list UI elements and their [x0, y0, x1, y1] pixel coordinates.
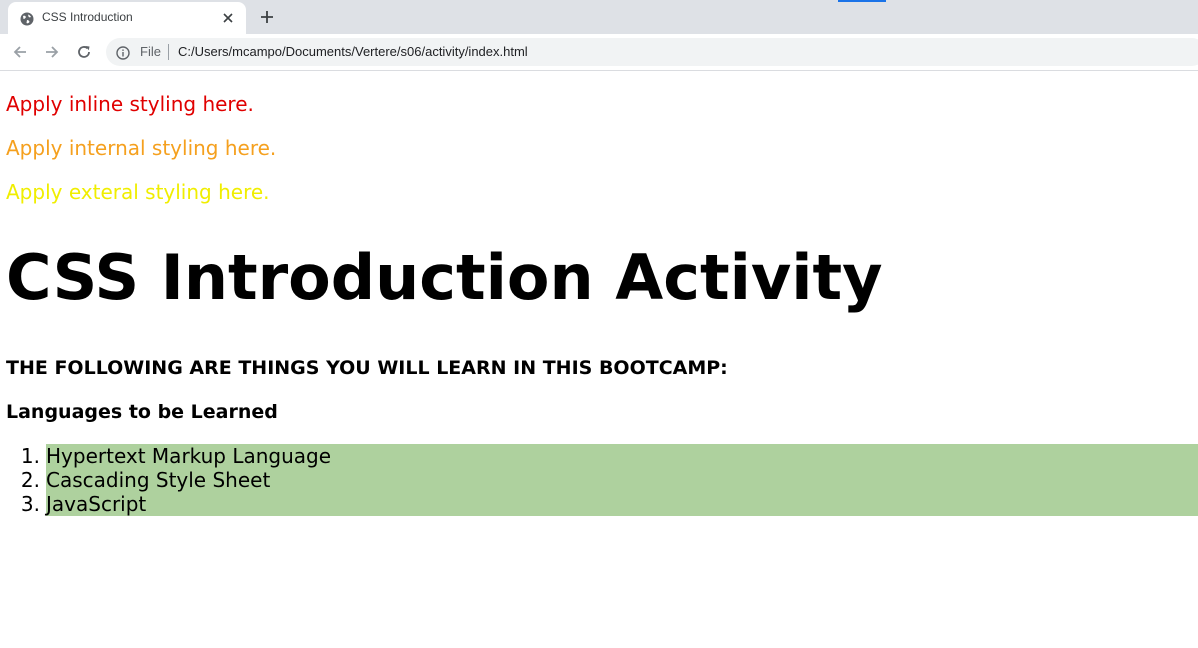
info-icon[interactable] [116, 45, 130, 60]
list-item-label: JavaScript [46, 492, 147, 516]
list-number: 2. [20, 468, 40, 492]
internal-styling-text: Apply internal styling here. [6, 136, 277, 160]
page-title: CSS Introduction Activity [6, 241, 883, 314]
plus-icon[interactable] [258, 8, 276, 26]
browser-toolbar: File C:/Users/mcampo/Documents/Vertere/s… [0, 34, 1198, 71]
external-styling-text: Apply exteral styling here. [6, 180, 270, 204]
url-text[interactable]: C:/Users/mcampo/Documents/Vertere/s06/ac… [178, 44, 528, 59]
bootcamp-subtitle: THE FOLLOWING ARE THINGS YOU WILL LEARN … [6, 357, 728, 379]
omnibox-divider [168, 44, 169, 60]
languages-list: 1. Hypertext Markup Language 2. Cascadin… [21, 444, 1198, 516]
list-number: 3. [20, 492, 40, 516]
list-item-label: Hypertext Markup Language [46, 444, 332, 468]
list-item: 1. Hypertext Markup Language [21, 444, 1198, 468]
page-content: Apply inline styling here. Apply interna… [0, 71, 1198, 648]
list-number: 1. [20, 444, 40, 468]
file-scheme-label: File [140, 44, 161, 59]
tab-title: CSS Introduction [42, 10, 133, 24]
address-bar[interactable]: File C:/Users/mcampo/Documents/Vertere/s… [106, 38, 1198, 66]
reload-icon[interactable] [74, 42, 94, 62]
close-tab-icon[interactable] [220, 10, 236, 26]
list-item-label: Cascading Style Sheet [46, 468, 271, 492]
arrow-right-icon[interactable] [42, 42, 62, 62]
list-item: 3. JavaScript [21, 492, 1198, 516]
tab-css-introduction[interactable]: CSS Introduction [8, 2, 246, 34]
list-item: 2. Cascading Style Sheet [21, 468, 1198, 492]
globe-icon [20, 11, 34, 26]
tabstrip-accent [838, 0, 886, 2]
tab-strip: CSS Introduction [0, 0, 1198, 34]
languages-heading: Languages to be Learned [6, 401, 278, 423]
inline-styling-text: Apply inline styling here. [6, 92, 254, 116]
arrow-left-icon[interactable] [10, 42, 30, 62]
